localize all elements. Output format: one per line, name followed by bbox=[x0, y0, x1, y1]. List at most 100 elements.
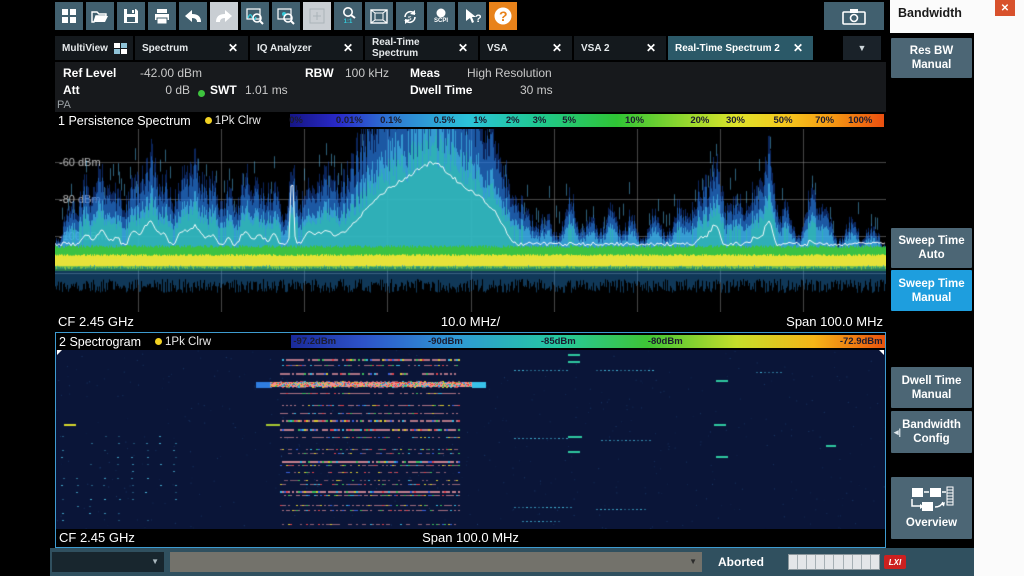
undo-icon[interactable] bbox=[179, 2, 207, 30]
refresh-single-sweep-icon[interactable]: s bbox=[396, 2, 424, 30]
instrument-screen: 1:1 s SCPI ? ? MultiView Spectrum ✕ bbox=[0, 0, 1024, 576]
tab-realtime-spectrum-2[interactable]: Real-Time Spectrum 2 ✕ bbox=[668, 36, 813, 60]
tab-label: Real-Time Spectrum bbox=[372, 37, 449, 59]
progress-segment bbox=[834, 555, 843, 569]
svg-text:?: ? bbox=[475, 13, 481, 25]
svg-text:?: ? bbox=[499, 8, 508, 24]
per-division-label: 10.0 MHz/ bbox=[55, 314, 886, 329]
measurement-settings-header: Ref Level -42.00 dBm Att 0 dB SWT 1.01 m… bbox=[55, 62, 886, 112]
softkey-sweep-time-auto[interactable]: Sweep TimeAuto bbox=[891, 228, 972, 268]
overview-flow-icon bbox=[910, 486, 954, 514]
tab-vsa[interactable]: VSA ✕ bbox=[480, 36, 572, 60]
scale-label: 50% bbox=[774, 115, 793, 126]
chevron-down-icon: ▼ bbox=[689, 557, 697, 566]
spectrogram-plot[interactable] bbox=[56, 350, 885, 529]
tab-close-icon[interactable]: ✕ bbox=[225, 41, 241, 55]
persistence-spectrum-plot[interactable] bbox=[55, 129, 886, 312]
span-label: Span 100.0 MHz bbox=[56, 530, 885, 545]
scale-label: 0% bbox=[289, 115, 303, 126]
rbw-value: 100 kHz bbox=[345, 66, 389, 80]
trace-dot-icon bbox=[205, 117, 212, 124]
scale-label: 1% bbox=[473, 115, 487, 126]
normalize-icon[interactable] bbox=[303, 2, 331, 30]
sweep-status-text: Aborted bbox=[718, 555, 764, 569]
persistence-spectrum-window: 1 Persistence Spectrum 1Pk Clrw 0%0.01%0… bbox=[55, 112, 886, 331]
submenu-arrow-icon: ◂| bbox=[894, 425, 901, 439]
window-title: 2 Spectrogram bbox=[59, 335, 141, 349]
spectrogram-marker-left-icon bbox=[57, 350, 62, 355]
tab-close-icon[interactable]: ✕ bbox=[340, 41, 356, 55]
scpi-recorder-icon[interactable]: SCPI bbox=[427, 2, 455, 30]
scale-label: -85dBm bbox=[541, 336, 576, 347]
fullscreen-frame-icon[interactable] bbox=[365, 2, 393, 30]
softkey-dwell-time-manual[interactable]: Dwell TimeManual bbox=[891, 367, 972, 408]
spectrogram-title-bar: 2 Spectrogram 1Pk Clrw -97.2dBm-90dBm-85… bbox=[56, 333, 885, 350]
tab-multiview[interactable]: MultiView bbox=[55, 36, 133, 60]
windows-icon[interactable] bbox=[55, 2, 83, 30]
tab-realtime-spectrum[interactable]: Real-Time Spectrum ✕ bbox=[365, 36, 478, 60]
softkey-sweep-time-manual[interactable]: Sweep TimeManual bbox=[891, 270, 972, 311]
progress-segment bbox=[798, 555, 807, 569]
tab-label: VSA 2 bbox=[581, 43, 610, 54]
scale-label: 10% bbox=[625, 115, 644, 126]
progress-segment bbox=[853, 555, 862, 569]
open-file-icon[interactable] bbox=[86, 2, 114, 30]
redo-icon[interactable] bbox=[210, 2, 238, 30]
tab-iq-analyzer[interactable]: IQ Analyzer ✕ bbox=[250, 36, 363, 60]
trace-legend: 1Pk Clrw bbox=[155, 336, 211, 348]
scale-label: -97.2dBm bbox=[293, 336, 336, 347]
swt-label: SWT bbox=[210, 83, 237, 97]
scale-label: -72.9dBm bbox=[840, 336, 883, 347]
main-toolbar: 1:1 s SCPI ? ? bbox=[55, 2, 517, 30]
tab-overflow-dropdown[interactable]: ▼ bbox=[843, 36, 881, 60]
spectrogram-color-scale: -97.2dBm-90dBm-85dBm-80dBm-72.9dBm bbox=[291, 335, 885, 348]
window-title: 1 Persistence Spectrum bbox=[58, 114, 191, 128]
help-icon[interactable]: ? bbox=[489, 2, 517, 30]
print-icon[interactable] bbox=[148, 2, 176, 30]
scale-label: 0.1% bbox=[380, 115, 402, 126]
tab-label: Real-Time Spectrum 2 bbox=[675, 43, 780, 54]
progress-segment bbox=[844, 555, 853, 569]
progress-segment bbox=[862, 555, 871, 569]
zoom-1to1-icon[interactable]: 1:1 bbox=[334, 2, 362, 30]
persistence-footer: CF 2.45 GHz 10.0 MHz/ Span 100.0 MHz bbox=[55, 313, 886, 331]
zoom-graph-icon[interactable] bbox=[272, 2, 300, 30]
meas-label: Meas bbox=[410, 66, 440, 80]
pa-indicator: PA bbox=[57, 99, 71, 111]
close-icon: ✕ bbox=[1001, 3, 1009, 14]
scale-label: 0.5% bbox=[434, 115, 456, 126]
ref-level-value: -42.00 dBm bbox=[140, 66, 202, 80]
message-dropdown[interactable]: ▼ bbox=[170, 552, 702, 572]
close-menu-button[interactable]: ✕ bbox=[995, 0, 1015, 16]
sweep-s-glyph: s bbox=[408, 15, 412, 22]
scale-label: 70% bbox=[815, 115, 834, 126]
scale-label: 20% bbox=[690, 115, 709, 126]
save-icon[interactable] bbox=[117, 2, 145, 30]
tab-label: MultiView bbox=[62, 43, 108, 54]
softkey-overview[interactable]: Overview bbox=[891, 477, 972, 539]
att-value: 0 dB bbox=[155, 83, 190, 97]
channel-tabbar: MultiView Spectrum ✕ IQ Analyzer ✕ Real-… bbox=[55, 36, 813, 60]
softkey-res-bw-manual[interactable]: Res BWManual bbox=[891, 38, 972, 78]
zoom-ratio-label: 1:1 bbox=[344, 19, 353, 25]
help-select-icon[interactable]: ? bbox=[458, 2, 486, 30]
zoom-signal-icon[interactable] bbox=[241, 2, 269, 30]
tab-close-icon[interactable]: ✕ bbox=[790, 41, 806, 55]
softkey-bandwidth-config[interactable]: ◂| BandwidthConfig bbox=[891, 411, 972, 453]
sequencer-dropdown[interactable]: ▼ bbox=[52, 552, 164, 572]
tab-spectrum[interactable]: Spectrum ✕ bbox=[135, 36, 248, 60]
meas-value: High Resolution bbox=[467, 66, 552, 80]
softkey-menu-title: Bandwidth bbox=[898, 6, 962, 20]
tab-close-icon[interactable]: ✕ bbox=[455, 41, 471, 55]
scale-label: 30% bbox=[726, 115, 745, 126]
tab-close-icon[interactable]: ✕ bbox=[643, 41, 659, 55]
tab-close-icon[interactable]: ✕ bbox=[549, 41, 565, 55]
scale-label: 5% bbox=[562, 115, 576, 126]
tab-label: IQ Analyzer bbox=[257, 43, 312, 54]
tab-vsa-2[interactable]: VSA 2 ✕ bbox=[574, 36, 666, 60]
sweep-progress-bar bbox=[788, 554, 880, 570]
progress-segment bbox=[871, 555, 879, 569]
progress-segment bbox=[807, 555, 816, 569]
camera-icon[interactable] bbox=[824, 2, 884, 30]
spectrogram-marker-right-icon bbox=[879, 350, 884, 355]
